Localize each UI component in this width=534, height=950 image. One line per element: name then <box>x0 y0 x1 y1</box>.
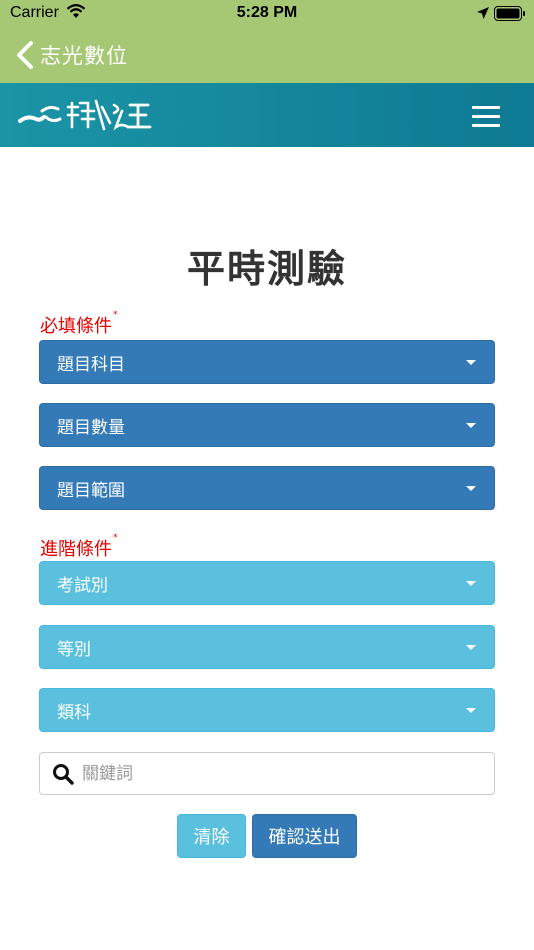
exam-type-select[interactable]: 考試別 <box>39 561 495 605</box>
battery-icon <box>494 6 525 21</box>
status-bar: Carrier 5:28 PM <box>0 0 534 28</box>
question-range-select-label: 題目範圍 <box>57 480 125 501</box>
location-arrow-icon <box>477 7 489 19</box>
caret-down-icon <box>466 708 476 713</box>
back-button[interactable]: 志光數位 <box>14 38 128 72</box>
advanced-label-text: 進階條件 <box>40 539 112 560</box>
question-range-select[interactable]: 題目範圍 <box>39 466 495 510</box>
hamburger-menu-button[interactable] <box>464 99 508 133</box>
back-label: 志光數位 <box>40 44 128 68</box>
required-marker: * <box>113 310 118 320</box>
nav-bar: 志光數位 <box>0 28 534 83</box>
submit-button[interactable]: 確認送出 <box>252 814 357 858</box>
caret-down-icon <box>466 360 476 365</box>
menu-bar-icon <box>472 105 500 109</box>
required-label-text: 必填條件 <box>40 316 112 337</box>
required-section-label: 必填條件* <box>40 310 118 338</box>
exam-type-select-label: 考試別 <box>57 575 108 596</box>
question-count-select[interactable]: 題目數量 <box>39 403 495 447</box>
chevron-left-icon <box>17 41 33 69</box>
caret-down-icon <box>466 423 476 428</box>
grade-select-label: 等別 <box>57 639 91 660</box>
caret-down-icon <box>466 645 476 650</box>
category-select-label: 類科 <box>57 702 91 723</box>
subject-select[interactable]: 題目科目 <box>39 340 495 384</box>
brand-logo[interactable] <box>18 97 153 133</box>
caret-down-icon <box>466 486 476 491</box>
menu-bar-icon <box>472 123 500 127</box>
advanced-marker: * <box>113 533 118 543</box>
category-select[interactable]: 類科 <box>39 688 495 732</box>
advanced-section-label: 進階條件* <box>40 533 118 561</box>
keyword-search-box[interactable] <box>39 752 495 795</box>
grade-select[interactable]: 等別 <box>39 625 495 669</box>
status-time: 5:28 PM <box>236 4 298 21</box>
clear-button[interactable]: 清除 <box>177 814 246 858</box>
keyword-input[interactable] <box>82 763 482 784</box>
page-title: 平時測驗 <box>186 247 347 291</box>
search-icon <box>53 763 74 785</box>
question-count-select-label: 題目數量 <box>57 417 125 438</box>
caret-down-icon <box>466 581 476 586</box>
subject-select-label: 題目科目 <box>57 354 125 375</box>
menu-bar-icon <box>472 114 500 118</box>
site-header <box>0 83 534 147</box>
